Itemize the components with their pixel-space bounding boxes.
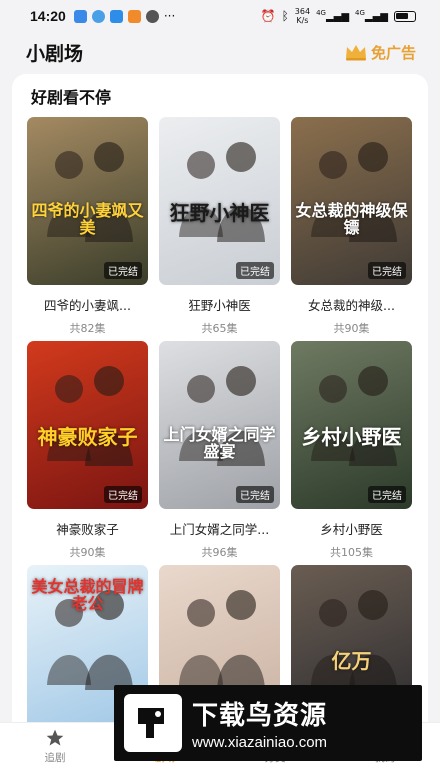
poster-title-art: 四爷的小妻飒又美	[31, 201, 144, 237]
watermark-name: 下载鸟资源	[192, 701, 328, 731]
alarm-icon: ⏰	[260, 9, 276, 23]
more-icon: ···	[163, 9, 176, 23]
battery-icon	[394, 10, 416, 22]
status-badge: 已完结	[368, 486, 406, 503]
episode-count: 共90集	[69, 546, 106, 559]
poster-title-art: 乡村小野医	[301, 425, 402, 449]
drama-title[interactable]: 女总裁的神级...	[291, 295, 412, 314]
poster-title-art: 美女总裁的冒牌老公	[31, 577, 144, 613]
bird-logo-icon	[124, 694, 182, 752]
poster-title-art: 上门女婿之同学盛宴	[163, 425, 276, 461]
drama-item[interactable]: 乡村小野医 已完结 乡村小野医 共105集	[291, 341, 412, 565]
signal-icon: 4G▂▄▆	[316, 9, 350, 23]
wechat-icon	[145, 9, 159, 23]
status-badge: 已完结	[104, 262, 142, 279]
page-title: 小剧场	[26, 42, 84, 65]
app-notification-icon	[109, 9, 123, 23]
watermark-url: www.xiazainiao.com	[192, 734, 328, 751]
ad-free-label: 免广告	[370, 43, 416, 62]
bluetooth-icon: ᛒ	[281, 9, 289, 23]
episode-count: 共90集	[333, 322, 370, 335]
status-badge: 已完结	[368, 262, 406, 279]
drama-poster[interactable]: 乡村小野医已完结	[291, 341, 412, 509]
drama-title[interactable]: 四爷的小妻飒...	[27, 295, 148, 314]
poster-title-art: 女总裁的神级保镖	[295, 201, 408, 237]
episode-count: 共82集	[69, 322, 106, 335]
poster-title-art: 亿万	[331, 649, 372, 673]
drama-grid: 四爷的小妻飒又美 已完结 四爷的小妻飒... 共82集 狂野小神医 已完结 狂野小神医 共6…	[27, 117, 413, 770]
poster-title-art: 神豪败家子	[37, 425, 138, 449]
status-time: 14:20	[30, 8, 66, 24]
status-badge: 已完结	[236, 486, 274, 503]
crown-icon	[345, 45, 366, 61]
status-badge: 已完结	[236, 262, 274, 279]
status-right: ⏰ ᛒ 364 K/s 4G▂▄▆ 4G▂▄▆	[261, 7, 416, 25]
status-bar: 14:20 ··· ⏰ ᛒ 364 K/s 4G▂▄▆ 4G▂▄▆	[0, 0, 440, 32]
network-speed: 364 K/s	[294, 7, 311, 25]
app-notification-icon	[127, 9, 141, 23]
drama-poster[interactable]: 女总裁的神级保镖已完结	[291, 117, 412, 285]
content-card: 好剧看不停 四爷的小妻飒又美 已完结 四爷的小妻飒... 共82集 狂野小神医 已完结狂…	[12, 74, 428, 770]
drama-title[interactable]: 神豪败家子	[27, 519, 148, 538]
drama-title[interactable]: 狂野小神医	[159, 295, 280, 314]
notification-icons: ···	[73, 9, 176, 23]
header: 小剧场 免广告	[0, 32, 440, 72]
watermark-banner: 下载鸟资源 www.xiazainiao.com	[114, 685, 422, 761]
drama-poster[interactable]: 狂野小神医已完结	[159, 117, 280, 285]
drama-item[interactable]: 四爷的小妻飒又美已完结四爷的小妻飒... 共82集	[27, 117, 148, 341]
signal-icon: 4G▂▄▆	[355, 9, 388, 23]
episode-count: 共96集	[201, 546, 238, 559]
drama-poster[interactable]: 四爷的小妻飒又美已完结	[27, 117, 148, 285]
drama-item[interactable]: 上门女婿之同学盛宴已完结上门女婿之同学... 共96集	[159, 341, 280, 565]
drama-item[interactable]: 神豪败家子 已完结 神豪败家子 共90集	[27, 341, 148, 565]
drama-title[interactable]: 上门女婿之同学...	[159, 519, 280, 538]
ad-free-button[interactable]: 免广告	[344, 42, 416, 63]
tab-follow[interactable]: 追剧	[0, 723, 110, 770]
app-notification-icon	[91, 9, 105, 23]
tab-label: 追剧	[44, 752, 66, 764]
app-notification-icon	[73, 9, 87, 23]
drama-item[interactable]: 女总裁的神级保镖已完结女总裁的神级... 共90集	[291, 117, 412, 341]
episode-count: 共65集	[201, 322, 238, 335]
status-badge: 已完结	[104, 486, 142, 503]
drama-poster[interactable]: 上门女婿之同学盛宴已完结	[159, 341, 280, 509]
drama-poster[interactable]: 神豪败家子已完结	[27, 341, 148, 509]
poster-title-art: 狂野小神医	[169, 201, 270, 225]
episode-count: 共105集	[330, 546, 373, 559]
drama-item[interactable]: 狂野小神医 已完结 狂野小神医 共65集	[159, 117, 280, 341]
drama-title[interactable]: 乡村小野医	[291, 519, 412, 538]
star-icon	[46, 729, 64, 746]
section-title: 好剧看不停	[31, 88, 112, 107]
